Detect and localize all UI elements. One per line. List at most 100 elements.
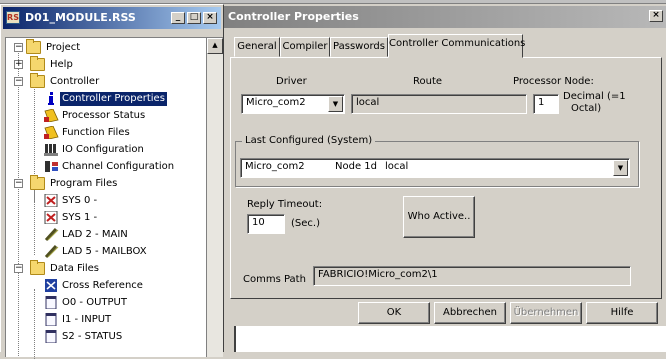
rslogix-app-icon: RS	[6, 11, 20, 24]
processor-node-value: 1	[538, 97, 545, 108]
tree-item-help[interactable]: + Help	[10, 56, 200, 73]
tree-item-program-files[interactable]: − Program Files	[10, 175, 200, 192]
folder-icon	[30, 175, 45, 190]
ladder-file-icon	[44, 244, 59, 259]
tab-controller-communications[interactable]: Controller Communications	[388, 34, 525, 58]
tree-item-sys-0[interactable]: SYS 0 -	[10, 193, 200, 209]
cancel-button[interactable]: Abbrechen	[434, 302, 506, 324]
apply-button: Übernehmen	[510, 302, 582, 324]
tree-item-i1-input[interactable]: I1 - INPUT	[10, 312, 200, 328]
project-tree-window: RS D01_MODULE.RSS _ □ × − Project + Help…	[0, 4, 224, 359]
tree-item-controller[interactable]: − Controller	[10, 73, 200, 90]
comms-path-field: FABRICIO!Micro_com2\1	[313, 266, 631, 286]
controller-communications-panel: Driver Route Processor Node: Micro_com2 …	[230, 57, 662, 299]
ladder-file-icon	[44, 227, 59, 242]
tree-item-label: IO Configuration	[62, 144, 144, 155]
background-workspace	[224, 326, 666, 352]
last-configured-route: local	[385, 161, 409, 172]
reply-timeout-input[interactable]: 10	[247, 214, 285, 234]
tab-compiler[interactable]: Compiler	[280, 37, 330, 57]
channel-configuration-icon	[44, 160, 59, 173]
comms-path-value: FABRICIO!Micro_com2\1	[318, 269, 438, 280]
data-file-icon	[44, 329, 59, 344]
sys-file-icon	[44, 210, 59, 225]
collapse-data-files-toggle[interactable]: −	[14, 264, 23, 273]
tree-item-label: I1 - INPUT	[62, 314, 112, 325]
tree-close-button[interactable]: ×	[203, 12, 217, 24]
collapse-controller-toggle[interactable]: −	[14, 77, 23, 86]
expand-help-toggle[interactable]: +	[14, 60, 23, 69]
last-configured-driver: Micro_com2	[245, 161, 305, 172]
tree-item-o0-output[interactable]: O0 - OUTPUT	[10, 295, 200, 311]
folder-icon	[30, 73, 45, 88]
background-document-area	[234, 326, 666, 352]
processor-node-input[interactable]: 1	[533, 94, 559, 114]
ok-button[interactable]: OK	[358, 302, 430, 324]
data-file-icon	[44, 295, 59, 310]
function-files-icon	[44, 125, 59, 140]
sys-file-icon	[44, 193, 59, 208]
tab-passwords[interactable]: Passwords	[330, 37, 388, 57]
route-field: local	[351, 94, 527, 114]
last-configured-dropdown[interactable]: Micro_com2 Node 1d local ▼	[240, 158, 630, 178]
tree-item-channel-configuration[interactable]: Channel Configuration	[10, 159, 206, 175]
dialog-titlebar[interactable]: Controller Properties ×	[224, 6, 666, 28]
reply-timeout-value: 10	[252, 217, 265, 228]
folder-icon	[26, 39, 41, 54]
tree-vertical-scrollbar[interactable]: ▲	[207, 37, 223, 357]
dropdown-arrow-icon[interactable]: ▼	[613, 160, 628, 176]
tree-item-s2-status[interactable]: S2 - STATUS	[10, 329, 200, 345]
dialog-title: Controller Properties	[228, 10, 359, 23]
tree-item-project[interactable]: − Project	[10, 39, 200, 56]
minimize-button[interactable]: _	[171, 12, 185, 24]
tree-item-label: Help	[50, 59, 73, 70]
tab-general[interactable]: General	[234, 37, 280, 57]
tree-item-data-files[interactable]: − Data Files	[10, 260, 200, 277]
tree-item-label: SYS 0 -	[62, 195, 98, 206]
tree-item-function-files[interactable]: Function Files	[10, 125, 200, 141]
tree-window-titlebar[interactable]: RS D01_MODULE.RSS _ □ ×	[3, 7, 221, 29]
tree-item-lad-5-mailbox[interactable]: LAD 5 - MAILBOX	[10, 244, 200, 260]
tree-item-cross-reference[interactable]: Cross Reference	[10, 278, 200, 294]
dropdown-arrow-icon[interactable]: ▼	[328, 96, 343, 112]
tree-item-label: SYS 1 -	[62, 212, 98, 223]
info-icon	[44, 92, 59, 105]
tree-item-label: Controller Properties	[60, 92, 167, 106]
last-configured-group: Last Configured (System) Micro_com2 Node…	[235, 135, 639, 187]
tree-item-processor-status[interactable]: Processor Status	[10, 108, 200, 124]
cross-reference-icon	[44, 279, 59, 292]
tree-item-io-configuration[interactable]: IO Configuration	[10, 142, 200, 158]
tree-item-label: S2 - STATUS	[62, 331, 123, 342]
tree-item-label: LAD 2 - MAIN	[62, 229, 128, 240]
driver-dropdown[interactable]: Micro_com2 ▼	[241, 94, 345, 114]
tree-item-label: Controller	[50, 76, 100, 87]
tree-item-label: Program Files	[50, 178, 118, 189]
io-configuration-icon	[44, 143, 59, 156]
collapse-project-toggle[interactable]: −	[14, 43, 23, 52]
scroll-up-arrow-icon[interactable]: ▲	[207, 38, 223, 54]
project-tree: − Project + Help − Controller Controller…	[5, 37, 207, 359]
tree-item-controller-properties[interactable]: Controller Properties	[10, 91, 206, 107]
tree-window-title: D01_MODULE.RSS	[25, 11, 136, 24]
comms-path-label: Comms Path	[243, 274, 306, 285]
dialog-close-button[interactable]: ×	[649, 10, 663, 22]
folder-icon	[30, 260, 45, 275]
tree-item-label: Project	[46, 42, 81, 53]
tree-item-sys-1[interactable]: SYS 1 -	[10, 210, 200, 226]
decimal-note-line1: Decimal (=1	[563, 91, 626, 102]
driver-dropdown-value: Micro_com2	[246, 97, 306, 108]
collapse-program-files-toggle[interactable]: −	[14, 179, 23, 188]
data-file-icon	[44, 312, 59, 327]
tree-item-lad-2-main[interactable]: LAD 2 - MAIN	[10, 227, 200, 243]
last-configured-label: Last Configured (System)	[242, 135, 376, 146]
tree-item-label: Processor Status	[62, 110, 146, 121]
restore-button[interactable]: □	[187, 12, 201, 24]
folder-icon	[30, 56, 45, 71]
last-configured-node: Node 1d	[335, 161, 377, 172]
help-button[interactable]: Hilfe	[586, 302, 658, 324]
tree-item-label: Cross Reference	[62, 280, 143, 291]
tree-item-label: LAD 5 - MAILBOX	[62, 246, 147, 257]
who-active-button[interactable]: Who Active..	[403, 196, 475, 238]
route-value: local	[356, 97, 380, 108]
processor-node-label: Processor Node:	[513, 76, 594, 87]
